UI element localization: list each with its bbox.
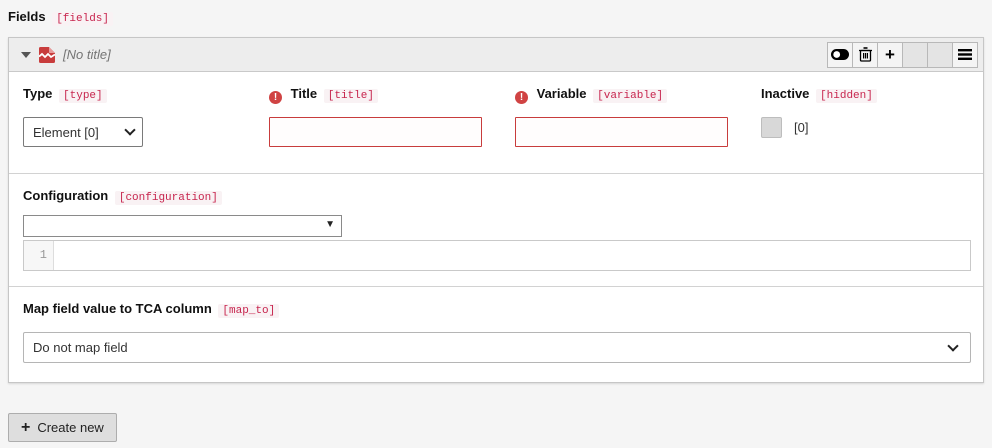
type-label-row: Type [type] (23, 86, 269, 104)
variable-field-group: ! Variable [variable] (515, 86, 761, 147)
title-input[interactable] (269, 117, 482, 147)
create-new-label: Create new (37, 420, 103, 435)
configuration-tag: [configuration] (115, 191, 222, 205)
map-to-tag: [map_to] (218, 304, 279, 318)
configuration-label-row: Configuration [configuration] (23, 188, 969, 206)
inactive-label: Inactive (761, 86, 809, 101)
flexform-element-icon (39, 47, 55, 63)
drag-handle[interactable] (952, 42, 978, 68)
title-label-row: ! Title [title] (269, 86, 515, 104)
add-button[interactable]: + (877, 42, 903, 68)
title-tag: [title] (324, 89, 378, 103)
toggle-icon (831, 49, 849, 60)
title-field-group: ! Title [title] (269, 86, 515, 147)
map-to-section: Map field value to TCA column [map_to] D… (9, 287, 983, 382)
create-new-button[interactable]: + Create new (8, 413, 117, 442)
map-to-select[interactable]: Do not map field (23, 332, 971, 363)
type-tag: [type] (59, 89, 107, 103)
map-to-label: Map field value to TCA column (23, 301, 212, 316)
move-up-button-disabled (902, 42, 928, 68)
map-to-label-row: Map field value to TCA column [map_to] (23, 301, 969, 319)
drag-handle-icon (958, 49, 972, 60)
required-icon: ! (269, 91, 282, 104)
fields-section-label: Fields [fields] (8, 8, 984, 28)
field-panel-header[interactable]: [No title] (9, 38, 983, 72)
plus-icon: + (21, 420, 30, 436)
required-icon: ! (515, 91, 528, 104)
configuration-preset-select[interactable] (23, 215, 342, 237)
header-button-group: + (827, 42, 978, 68)
editor-line-number: 1 (24, 241, 54, 270)
trash-icon (859, 47, 872, 62)
variable-label-row: ! Variable [variable] (515, 86, 761, 104)
inactive-tag: [hidden] (816, 89, 877, 103)
enable-toggle-button[interactable] (827, 42, 853, 68)
move-down-button-disabled (927, 42, 953, 68)
delete-button[interactable] (852, 42, 878, 68)
fields-label: Fields (8, 9, 46, 24)
inactive-label-row: Inactive [hidden] (761, 86, 877, 104)
inactive-field-group: Inactive [hidden] [0] (761, 86, 877, 147)
title-label: Title (291, 86, 318, 101)
type-label: Type (23, 86, 52, 101)
configuration-label: Configuration (23, 188, 108, 203)
variable-tag: [variable] (593, 89, 667, 103)
collapse-caret-icon[interactable] (21, 52, 31, 58)
configuration-code-editor[interactable]: 1 (23, 240, 971, 271)
configuration-section: Configuration [configuration] ▼ 1 (9, 174, 983, 286)
inactive-checkbox-value: [0] (794, 120, 808, 135)
type-select[interactable]: Element [0] (23, 117, 143, 147)
type-field-group: Type [type] Element [0] (23, 86, 269, 147)
element-title: [No title] (63, 47, 111, 62)
flexform-fields-module: Fields [fields] [No title] (0, 0, 992, 448)
general-fields-section: Type [type] Element [0] ! Title [tit (9, 72, 983, 173)
inactive-checkbox[interactable] (761, 117, 782, 138)
plus-icon: + (885, 46, 895, 63)
variable-input[interactable] (515, 117, 728, 147)
variable-label: Variable (537, 86, 587, 101)
editor-content[interactable] (54, 241, 970, 270)
field-panel: [No title] (8, 37, 984, 383)
fields-tag: [fields] (52, 12, 113, 26)
